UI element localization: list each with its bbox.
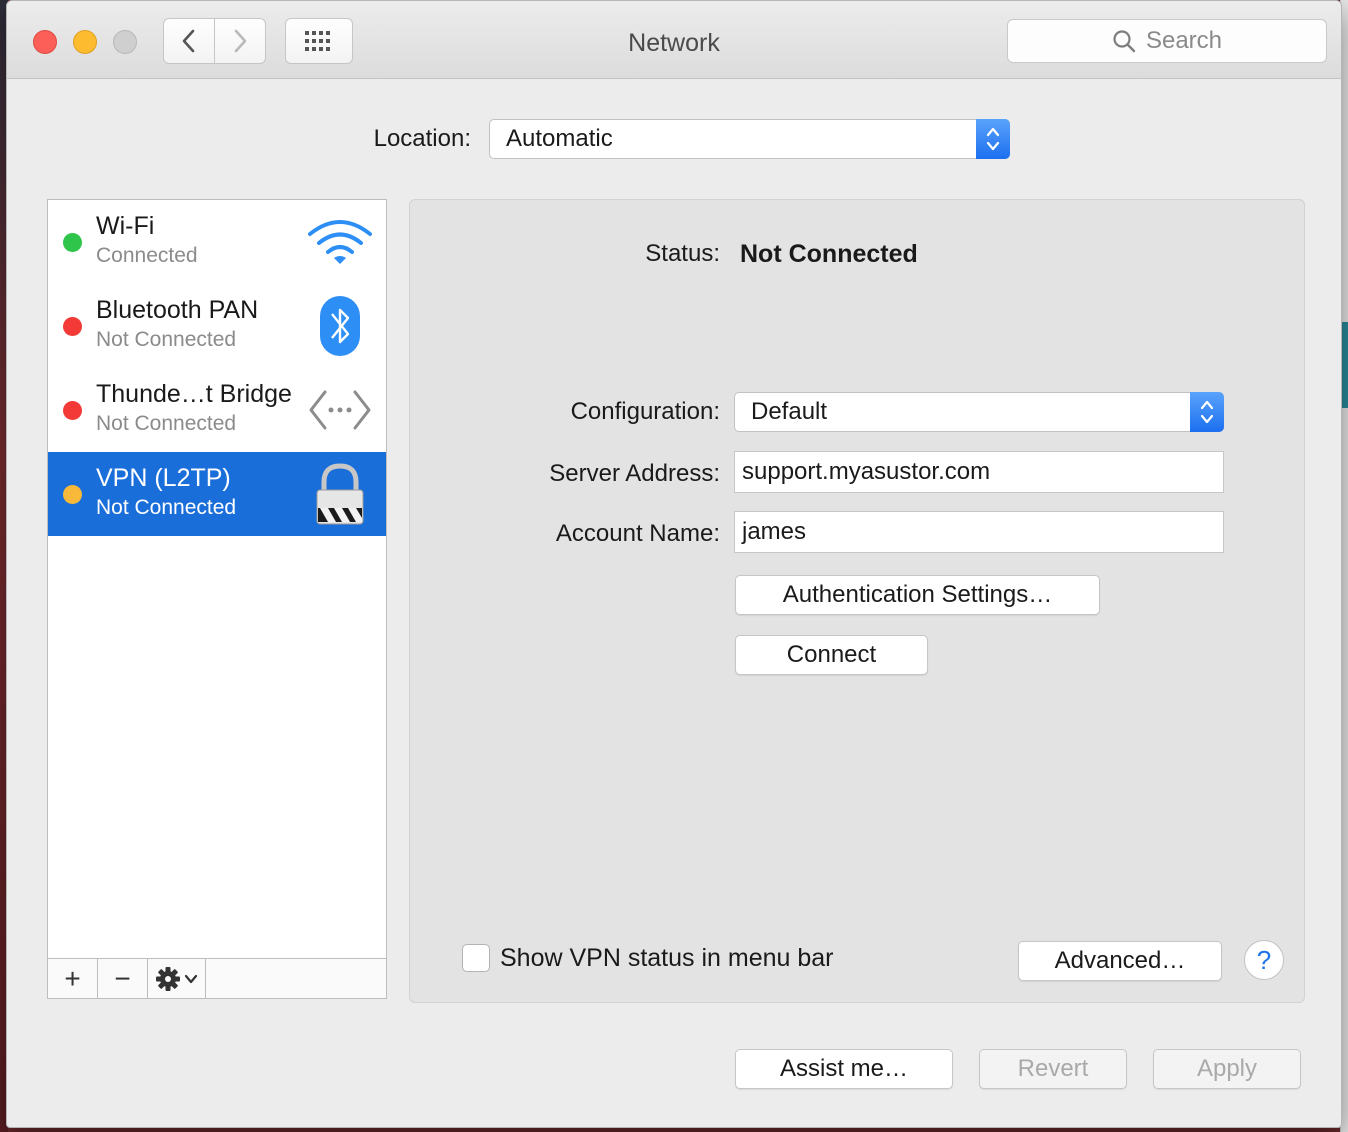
service-item-thunderbolt-bridge[interactable]: Thunde…t Bridge Not Connected <box>48 368 386 452</box>
service-name: Wi-Fi <box>96 212 155 240</box>
account-name-label: Account Name: <box>555 520 720 547</box>
service-item-vpn-l2tp[interactable]: VPN (L2TP) Not Connected <box>48 452 386 536</box>
title-bar: Network Search <box>7 1 1341 79</box>
location-value: Automatic <box>506 125 613 152</box>
up-down-arrows-icon <box>976 119 1010 159</box>
help-button[interactable]: ? <box>1244 940 1284 980</box>
status-dot <box>63 485 82 504</box>
service-status: Not Connected <box>96 496 237 519</box>
gear-icon <box>155 966 197 991</box>
apply-button[interactable]: Apply <box>1153 1049 1301 1089</box>
show-vpn-status-checkbox[interactable] <box>462 944 490 972</box>
service-list-toolbar: + − <box>48 958 386 998</box>
configuration-value: Default <box>751 398 828 425</box>
connect-button[interactable]: Connect <box>735 635 928 675</box>
account-name-field[interactable]: james <box>734 511 1224 553</box>
show-vpn-status-label: Show VPN status in menu bar <box>500 944 834 972</box>
search-field[interactable]: Search <box>1007 19 1327 63</box>
configuration-label: Configuration: <box>570 398 720 425</box>
authentication-settings-button[interactable]: Authentication Settings… <box>735 575 1100 615</box>
status-dot <box>63 401 82 420</box>
status-label: Status: <box>645 240 720 267</box>
service-name: Bluetooth PAN <box>96 296 259 324</box>
search-icon <box>1113 30 1136 53</box>
vpn-detail-panel: Status: Not Connected Configuration: Def… <box>409 199 1305 1003</box>
service-status: Not Connected <box>96 328 237 351</box>
location-select[interactable]: Automatic <box>489 119 1010 159</box>
remove-service-button[interactable]: − <box>98 959 148 998</box>
configuration-select[interactable]: Default <box>734 392 1224 432</box>
service-actions-button[interactable] <box>148 959 206 998</box>
bluetooth-icon <box>306 294 374 358</box>
assist-me-button[interactable]: Assist me… <box>735 1049 953 1089</box>
server-address-label: Server Address: <box>549 460 720 487</box>
search-placeholder: Search <box>1145 27 1223 54</box>
wifi-icon <box>306 210 374 274</box>
status-dot <box>63 233 82 252</box>
vpn-lock-icon <box>306 462 374 526</box>
service-name: VPN (L2TP) <box>96 464 231 492</box>
service-status: Not Connected <box>96 412 237 435</box>
status-dot <box>63 317 82 336</box>
up-down-arrows-icon <box>1190 392 1224 432</box>
advanced-button[interactable]: Advanced… <box>1018 941 1222 981</box>
server-address-field[interactable]: support.myasustor.com <box>734 451 1224 493</box>
add-service-button[interactable]: + <box>48 959 98 998</box>
service-item-wifi[interactable]: Wi-Fi Connected <box>48 200 386 284</box>
service-item-bluetooth-pan[interactable]: Bluetooth PAN Not Connected <box>48 284 386 368</box>
thunderbolt-bridge-icon <box>306 378 374 442</box>
service-name: Thunde…t Bridge <box>96 380 292 408</box>
service-status: Connected <box>96 244 198 267</box>
revert-button[interactable]: Revert <box>979 1049 1127 1089</box>
service-list: Wi-Fi Connected Bluetooth PAN Not Connec… <box>47 199 387 999</box>
network-preferences-window: Network Search Location: Automatic Wi-Fi… <box>6 0 1342 1128</box>
location-label: Location: <box>373 125 471 152</box>
status-value: Not Connected <box>740 240 918 268</box>
